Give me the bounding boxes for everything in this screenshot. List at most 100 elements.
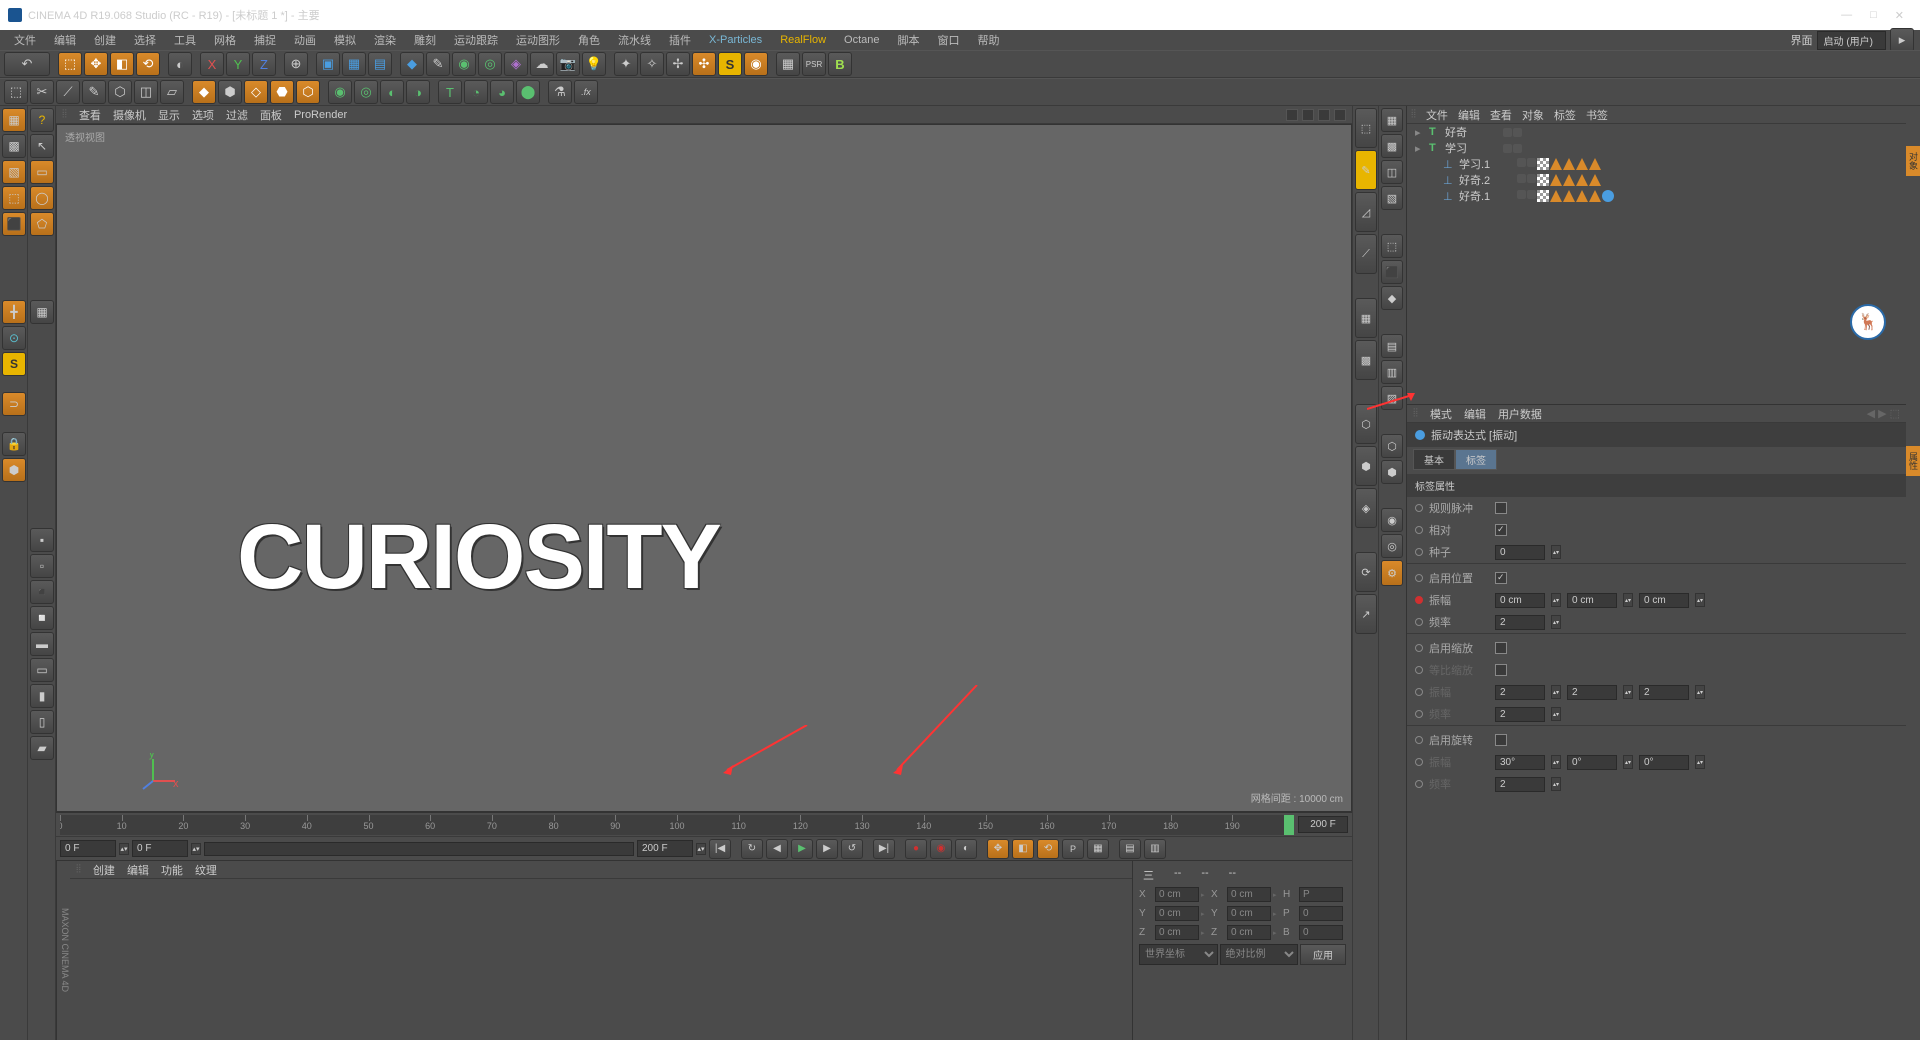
coord-system-icon[interactable]: ⊕ — [284, 52, 308, 76]
xp4-icon[interactable]: ✣ — [692, 52, 716, 76]
last-tool-icon[interactable]: ◐ — [168, 52, 192, 76]
keyopt-icon[interactable]: ◐ — [955, 839, 977, 859]
spin[interactable]: ▴▾ — [1551, 545, 1561, 559]
lt-point-icon[interactable]: ⬚ — [2, 186, 26, 210]
spin[interactable]: ▴▾ — [1623, 685, 1633, 699]
k2-icon[interactable]: ◧ — [1012, 839, 1034, 859]
chk-enablescale[interactable] — [1495, 642, 1507, 654]
vp-options[interactable]: 选项 — [192, 107, 214, 123]
t2-16[interactable]: ◑ — [406, 80, 430, 104]
light-icon[interactable]: 💡 — [582, 52, 606, 76]
tree-row[interactable]: ⊥学习.1 — [1407, 156, 1906, 172]
menu-realflow[interactable]: RealFlow — [772, 32, 834, 48]
amp3-x[interactable] — [1495, 755, 1545, 770]
obj-tab-view[interactable]: 查看 — [1490, 107, 1512, 123]
lt2-m2-icon[interactable]: ▫ — [30, 554, 54, 578]
t2-7[interactable]: ▱ — [160, 80, 184, 104]
chk-enablerot[interactable] — [1495, 734, 1507, 746]
xp3-icon[interactable]: ✢ — [666, 52, 690, 76]
lt2-help-icon[interactable]: ? — [30, 108, 54, 132]
chk-pulse[interactable] — [1495, 502, 1507, 514]
spin-icon[interactable]: ▴▾ — [191, 843, 201, 855]
spin[interactable]: ▴▾ — [1551, 755, 1561, 769]
k1-icon[interactable]: ✥ — [987, 839, 1009, 859]
chk-relative[interactable] — [1495, 524, 1507, 536]
axis-x-icon[interactable]: X — [200, 52, 224, 76]
menu-sculpt[interactable]: 雕刻 — [406, 30, 444, 50]
rt2-8[interactable]: ▤ — [1381, 334, 1403, 358]
lt2-arrow-icon[interactable]: ↖ — [30, 134, 54, 158]
pen-tool-icon[interactable]: ✎ — [426, 52, 450, 76]
spin-icon[interactable]: ▴▾ — [119, 843, 129, 855]
minimize-button[interactable]: — — [1841, 9, 1852, 22]
lt-uv-icon[interactable]: ▧ — [2, 160, 26, 184]
rt1-5[interactable]: ▦ — [1355, 298, 1377, 338]
nurbs-icon[interactable]: ◉ — [452, 52, 476, 76]
close-button[interactable]: ✕ — [1895, 9, 1904, 22]
t2-11[interactable]: ⬣ — [270, 80, 294, 104]
goto-end-icon[interactable]: ▶| — [873, 839, 895, 859]
freq2-input[interactable] — [1495, 707, 1545, 722]
obj-tab-obj[interactable]: 对象 — [1522, 107, 1544, 123]
menu-sim[interactable]: 模拟 — [326, 30, 364, 50]
spin[interactable]: ▴▾ — [1695, 685, 1705, 699]
menu-create[interactable]: 创建 — [86, 30, 124, 50]
generator-icon[interactable]: ◎ — [478, 52, 502, 76]
lt-s-icon[interactable]: S — [2, 352, 26, 376]
coord-sy[interactable] — [1227, 906, 1271, 921]
spin[interactable]: ▴▾ — [1551, 593, 1561, 607]
menu-xparticles[interactable]: X-Particles — [701, 32, 770, 48]
menu-mesh[interactable]: 网格 — [206, 30, 244, 50]
tree-row[interactable]: ▸T好奇 — [1407, 124, 1906, 140]
amp2-y[interactable] — [1567, 685, 1617, 700]
spin[interactable]: ▴▾ — [1551, 777, 1561, 791]
coord-mode2[interactable]: 绝对比例 — [1220, 944, 1299, 965]
spin-icon[interactable]: ▴▾ — [696, 843, 706, 855]
layout-dropdown[interactable]: 启动 (用户) — [1817, 31, 1886, 50]
rt1-11[interactable]: ↗ — [1355, 594, 1377, 634]
vp-nav3-icon[interactable] — [1318, 109, 1330, 121]
object-tree[interactable]: 🦌 ▸T好奇▸T学习⊥学习.1⊥好奇.2⊥好奇.1 — [1407, 124, 1906, 404]
lt-snap-icon[interactable]: ⊙ — [2, 326, 26, 350]
play-icon[interactable]: ▶ — [791, 839, 813, 859]
vp-panel[interactable]: 面板 — [260, 107, 282, 123]
frame-start-input[interactable] — [60, 840, 116, 857]
rt2-3[interactable]: ◫ — [1381, 160, 1403, 184]
frame-cur-input[interactable] — [132, 840, 188, 857]
rotate-tool-icon[interactable]: ⟲ — [136, 52, 160, 76]
amp-z-input[interactable] — [1639, 593, 1689, 608]
t2-9[interactable]: ⬢ — [218, 80, 242, 104]
lt-axis-icon[interactable]: ╋ — [2, 300, 26, 324]
menu-octane[interactable]: Octane — [836, 32, 887, 48]
rt1-9[interactable]: ◈ — [1355, 488, 1377, 528]
lt2-m1-icon[interactable]: ▪ — [30, 528, 54, 552]
lt-model-icon[interactable]: ▦ — [2, 108, 26, 132]
t2-6[interactable]: ◫ — [134, 80, 158, 104]
vp-display[interactable]: 显示 — [158, 107, 180, 123]
lt2-m3-icon[interactable]: ◾ — [30, 580, 54, 604]
lt-magnet-icon[interactable]: ⊃ — [2, 392, 26, 416]
obj-tab-edit[interactable]: 编辑 — [1458, 107, 1480, 123]
t2-21[interactable]: ⚗ — [548, 80, 572, 104]
menu-track[interactable]: 运动跟踪 — [446, 30, 506, 50]
menu-render[interactable]: 渲染 — [366, 30, 404, 50]
menu-script[interactable]: 脚本 — [890, 30, 928, 50]
obj-tab-bookmark[interactable]: 书签 — [1586, 107, 1608, 123]
t2-10[interactable]: ◇ — [244, 80, 268, 104]
scale-tool-icon[interactable]: ◧ — [110, 52, 134, 76]
deformer-icon[interactable]: ◈ — [504, 52, 528, 76]
lt2-lasso-icon[interactable]: ◯ — [30, 186, 54, 210]
menu-snap[interactable]: 捕捉 — [246, 30, 284, 50]
camera-icon[interactable]: 📷 — [556, 52, 580, 76]
tree-row[interactable]: ⊥好奇.1 — [1407, 188, 1906, 204]
menu-select[interactable]: 选择 — [126, 30, 164, 50]
render-settings-icon[interactable]: ▦ — [342, 52, 366, 76]
coord-z[interactable] — [1155, 925, 1199, 940]
rt1-10[interactable]: ⟳ — [1355, 552, 1377, 592]
spin[interactable]: ▴▾ — [1551, 685, 1561, 699]
xp2-icon[interactable]: ✧ — [640, 52, 664, 76]
t2-13[interactable]: ◉ — [328, 80, 352, 104]
loop2-icon[interactable]: ↺ — [841, 839, 863, 859]
amp-y-input[interactable] — [1567, 593, 1617, 608]
menu-mograph[interactable]: 运动图形 — [508, 30, 568, 50]
